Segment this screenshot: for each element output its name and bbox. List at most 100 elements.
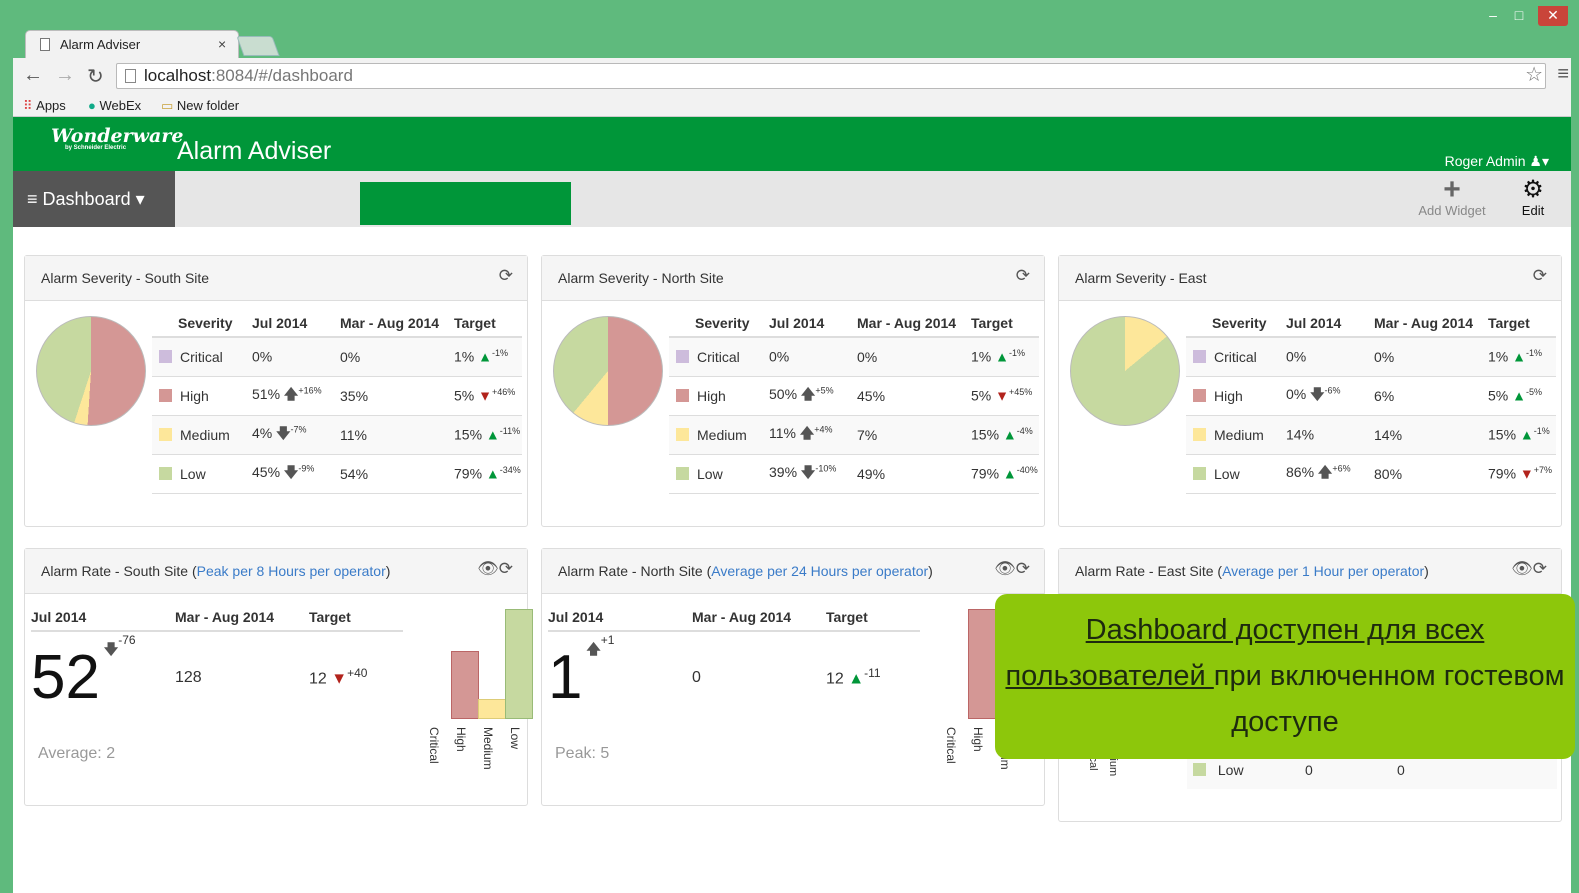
delta-value: -76 — [118, 632, 136, 647]
rate-link[interactable]: Average per 24 Hours per operator — [711, 563, 928, 579]
current-value: 45% — [252, 463, 281, 480]
legend-swatch — [1193, 349, 1206, 363]
bar-high — [968, 609, 996, 719]
refresh-icon[interactable]: ⟳ — [499, 266, 513, 286]
rate-value: 52 — [31, 642, 100, 712]
bookmark-webex[interactable]: ● WebEx — [88, 98, 141, 113]
target-delta: -40% — [1016, 465, 1038, 476]
edit-button[interactable]: ⚙ Edit — [1513, 177, 1553, 219]
average-value: 0% — [855, 337, 969, 377]
close-window-button[interactable]: ✕ — [1538, 6, 1568, 26]
legend-swatch — [676, 349, 689, 363]
target-value: 79% — [971, 465, 1000, 482]
rate-value: 1 — [548, 642, 583, 712]
column-header: Jul 2014 — [250, 309, 338, 338]
average-value: 128 — [175, 668, 202, 686]
user-menu[interactable]: Roger Admin ♟▾ — [1445, 153, 1549, 170]
wonderware-logo[interactable]: Wonderware by Schneider Electric — [51, 125, 183, 151]
rate-table: Jul 2014 Mar - Aug 2014 Target 1 🡅+1 0 12 ▲-1… — [548, 603, 920, 723]
severity-label: Medium — [1214, 426, 1264, 443]
severity-row: Medium 14% 14% 15% ▲-1% — [1186, 415, 1556, 455]
plus-icon: + — [1443, 173, 1461, 206]
thumbs-up-icon: ▲ — [485, 426, 500, 443]
target-value: 1% — [454, 349, 475, 366]
rate-panel: Alarm Rate - North Site (Average per 24 … — [541, 548, 1045, 806]
new-tab-button[interactable] — [236, 36, 280, 56]
column-header: Mar - Aug 2014 — [338, 309, 452, 338]
severity-label: Medium — [697, 426, 747, 443]
bookmark-apps[interactable]: ⠿ Apps — [23, 98, 66, 114]
bookmark-label: WebEx — [99, 98, 142, 113]
target-value: 15% — [454, 426, 483, 443]
target-value: 79% — [1488, 465, 1517, 482]
close-tab-icon[interactable]: × — [218, 36, 226, 52]
forward-icon[interactable]: → — [55, 64, 75, 87]
average-value: 49% — [855, 454, 969, 494]
edit-label: Edit — [1521, 203, 1545, 218]
back-icon[interactable]: ← — [23, 64, 43, 87]
rate-link[interactable]: Average per 1 Hour per operator — [1222, 563, 1424, 579]
panel-header: Alarm Severity - East ⟳ — [1059, 256, 1561, 301]
browser-tab[interactable]: Alarm Adviser × — [25, 30, 239, 58]
dashboard-toolbar: ≡ Dashboard ▾ + Add Widget ⚙ Edit — [13, 171, 1571, 227]
thumbs-down-icon: ▼ — [1519, 465, 1534, 482]
refresh-icon[interactable]: ⟳ — [1016, 266, 1030, 286]
column-header: Target — [1486, 309, 1556, 338]
bar-label: Critical — [944, 727, 958, 764]
maximize-button[interactable]: □ — [1506, 6, 1532, 26]
target-value: 1% — [971, 349, 992, 366]
arrow-up-icon: 🡅 — [799, 424, 815, 441]
target-value: 15% — [1488, 426, 1517, 443]
severity-pie-chart — [36, 316, 146, 426]
current-value: 0% — [1286, 349, 1307, 366]
thumbs-down-icon: ▼ — [478, 387, 492, 404]
rate-link[interactable]: Peak per 8 Hours per operator — [197, 563, 386, 579]
severity-panel: Alarm Severity - South Site ⟳ Severity Jul … — [24, 255, 528, 527]
target-value: 12 — [826, 670, 844, 688]
target-delta: +7% — [1533, 465, 1553, 476]
legend-swatch — [676, 466, 689, 480]
arrow-down-icon: 🡇 — [800, 463, 816, 480]
target-delta: -34% — [499, 465, 521, 476]
thumbs-up-icon: ▲ — [848, 670, 865, 688]
severity-row: High 51% 🡅+16% 35% 5% ▼+46% — [152, 376, 522, 416]
target-value: 5% — [454, 387, 475, 404]
severity-table: Severity Jul 2014 Mar - Aug 2014 Target Crit… — [152, 309, 522, 494]
dashboard-menu-button[interactable]: ≡ Dashboard ▾ — [13, 171, 175, 227]
bar-label: High — [454, 727, 468, 752]
legend-swatch — [676, 388, 689, 402]
view-refresh-icons[interactable]: 👁⟳ — [1511, 559, 1547, 579]
target-delta: -1% — [491, 348, 508, 359]
average-value: 0% — [1372, 337, 1486, 377]
address-bar[interactable]: localhost:8084/#/dashboard — [116, 63, 1546, 89]
tab-title: Alarm Adviser — [60, 37, 141, 52]
bar-low — [505, 609, 533, 719]
hamburger-icon: ≡ — [27, 189, 38, 209]
thumbs-up-icon: ▲ — [995, 349, 1009, 366]
view-refresh-icons[interactable]: 👁⟳ — [477, 559, 513, 579]
bar-label: Critical — [427, 727, 441, 764]
legend-swatch — [159, 349, 172, 363]
delta-value: +5% — [815, 384, 834, 395]
panel-header: Alarm Severity - South Site ⟳ — [25, 256, 527, 301]
bar-label: High — [971, 727, 985, 752]
current-value: 86% — [1286, 463, 1315, 480]
view-refresh-icons[interactable]: 👁⟳ — [994, 559, 1030, 579]
severity-row: Medium 11% 🡅+4% 7% 15% ▲-4% — [669, 415, 1039, 455]
page-icon — [125, 69, 136, 83]
minimize-button[interactable]: – — [1480, 6, 1506, 26]
average-value: 80% — [1372, 454, 1486, 494]
bookmark-new-folder[interactable]: ▭ New folder — [161, 98, 239, 114]
refresh-icon[interactable]: ⟳ — [1533, 266, 1547, 286]
severity-label: Low — [697, 465, 723, 482]
severity-table: Severity Jul 2014 Mar - Aug 2014 Target Crit… — [1186, 309, 1556, 494]
legend-swatch — [159, 427, 172, 441]
bookmark-star-icon[interactable]: ☆ — [1525, 62, 1543, 87]
add-widget-button[interactable]: + Add Widget — [1417, 173, 1487, 219]
column-header: Target — [309, 603, 403, 632]
reload-icon[interactable]: ↻ — [87, 64, 104, 89]
browser-menu-icon[interactable]: ≡ — [1557, 63, 1569, 86]
panel-title: Alarm Severity - East — [1075, 270, 1207, 286]
severity-row: Low 45% 🡇-9% 54% 79% ▲-34% — [152, 454, 522, 494]
target-value: 5% — [1488, 387, 1509, 404]
